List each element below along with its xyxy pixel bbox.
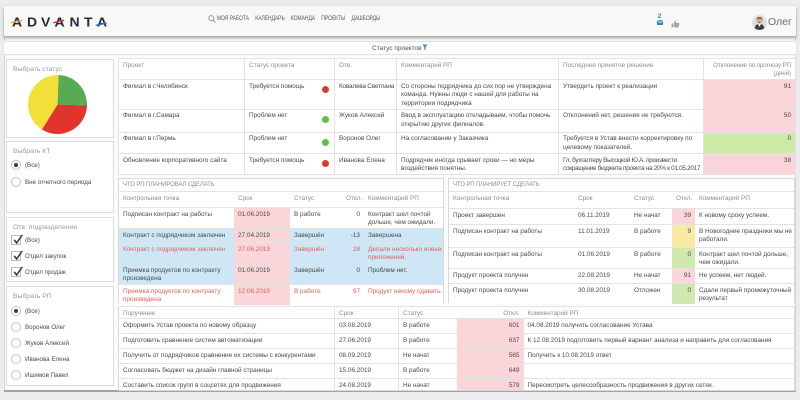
svg-text:A: A xyxy=(97,15,108,29)
svg-text:T: T xyxy=(84,15,93,29)
svg-text:D: D xyxy=(27,15,38,29)
svg-text:V: V xyxy=(41,15,50,29)
svg-text:N: N xyxy=(69,15,79,29)
